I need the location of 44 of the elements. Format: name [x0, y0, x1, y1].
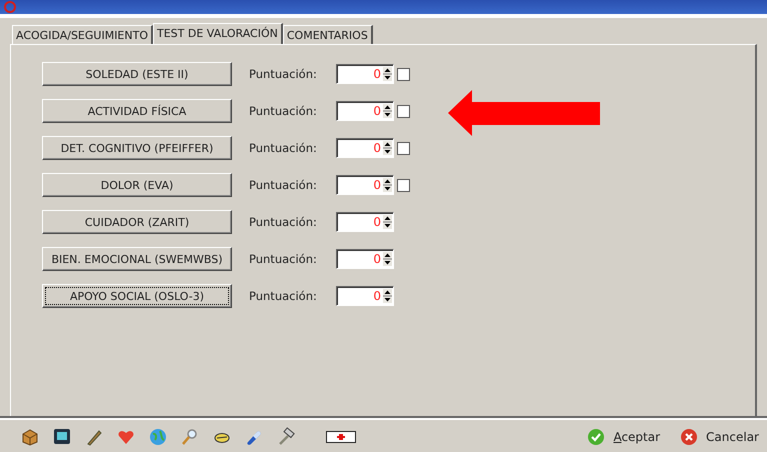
score-label: Puntuación:: [249, 67, 318, 81]
spin-arrows-icon[interactable]: [383, 215, 392, 229]
score-label: Puntuación:: [249, 141, 318, 155]
close-icon: [680, 428, 698, 446]
test-button[interactable]: DOLOR (EVA): [42, 173, 232, 197]
score-spinner[interactable]: 0: [336, 138, 394, 158]
test-button[interactable]: APOYO SOCIAL (OSLO-3): [42, 284, 232, 308]
monitor-icon[interactable]: [52, 427, 72, 447]
package-icon[interactable]: [20, 427, 40, 447]
test-button[interactable]: SOLEDAD (ESTE II): [42, 62, 232, 86]
score-label: Puntuación:: [249, 252, 318, 266]
score-spinner[interactable]: 0: [336, 175, 394, 195]
checkbox[interactable]: [397, 68, 410, 80]
test-button[interactable]: DET. COGNITIVO (PFEIFFER): [42, 136, 232, 160]
checkbox[interactable]: [397, 142, 410, 154]
score-spinner[interactable]: 0: [336, 101, 394, 121]
score-spinner[interactable]: 0: [336, 212, 394, 232]
score-label: Puntuación:: [249, 289, 318, 303]
cross-icon[interactable]: [326, 431, 356, 443]
tab[interactable]: ACOGIDA/SEGUIMIENTO: [12, 25, 153, 44]
checkbox[interactable]: [397, 104, 410, 118]
spin-arrows-icon[interactable]: [383, 67, 392, 81]
tab[interactable]: TEST DE VALORACIÓN: [153, 23, 283, 45]
score-label: Puntuación:: [249, 178, 318, 192]
check-icon: [587, 428, 606, 446]
tab[interactable]: COMENTARIOS: [282, 25, 373, 44]
checkbox[interactable]: [397, 178, 410, 192]
accept-button[interactable]: Aceptar: [587, 428, 660, 446]
app-icon: [4, 1, 16, 13]
spin-arrows-icon[interactable]: [383, 178, 392, 192]
spin-arrows-icon[interactable]: [383, 104, 392, 118]
pointing-arrow-icon: [448, 90, 600, 136]
test-button[interactable]: CUIDADOR (ZARIT): [42, 210, 232, 234]
score-spinner[interactable]: 0: [336, 249, 394, 269]
test-button[interactable]: ACTIVIDAD FÍSICA: [42, 99, 232, 123]
cancel-button[interactable]: Cancelar: [680, 428, 759, 446]
score-label: Puntuación:: [249, 215, 318, 229]
score-spinner[interactable]: 0: [336, 64, 394, 84]
spin-arrows-icon[interactable]: [383, 141, 392, 155]
test-button[interactable]: BIEN. EMOCIONAL (SWEMWBS): [42, 247, 232, 271]
spin-arrows-icon[interactable]: [383, 252, 392, 266]
spin-arrows-icon[interactable]: [383, 289, 392, 303]
score-label: Puntuación:: [249, 104, 318, 118]
score-spinner[interactable]: 0: [336, 286, 394, 306]
